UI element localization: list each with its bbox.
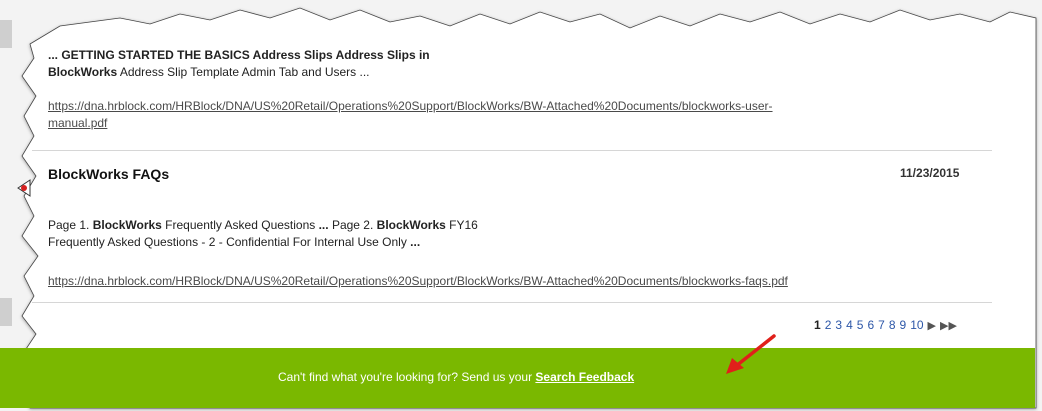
result-2-title[interactable]: BlockWorks FAQs xyxy=(48,166,169,182)
result-1-snippet: ... GETTING STARTED THE BASICS Address S… xyxy=(48,47,430,81)
annotation-arrow-icon xyxy=(726,334,776,374)
snippet-ellipsis: ... xyxy=(410,235,421,249)
page-link[interactable]: 8 xyxy=(889,318,896,332)
page-link[interactable]: 7 xyxy=(878,318,885,332)
snippet-text: FY16 xyxy=(445,218,478,232)
page-link[interactable]: 4 xyxy=(846,318,853,332)
next-page-icon[interactable]: ▶ xyxy=(928,319,936,332)
page-link[interactable]: 6 xyxy=(867,318,874,332)
page-link[interactable]: 9 xyxy=(900,318,907,332)
search-feedback-link[interactable]: Search Feedback xyxy=(535,370,634,384)
snippet-keyword: BlockWorks xyxy=(92,218,162,232)
feedback-message: Can't find what you're looking for? Send… xyxy=(278,370,634,384)
page-link[interactable]: 5 xyxy=(857,318,864,332)
page-link[interactable]: 2 xyxy=(825,318,832,332)
scroll-marker-icon xyxy=(17,179,31,197)
result-divider-2 xyxy=(32,302,992,303)
snippet-text: Page 1. xyxy=(48,218,93,232)
result-1-url-line2[interactable]: manual.pdf xyxy=(48,115,773,132)
snippet-keyword: BlockWorks xyxy=(376,218,446,232)
snippet-text: Frequently Asked Questions - 2 - Confide… xyxy=(48,235,411,249)
snippet-text: Page 2. xyxy=(328,218,377,232)
last-page-icon[interactable]: ▶▶ xyxy=(940,319,957,332)
result-2-date: 11/23/2015 xyxy=(900,166,960,180)
result-2-snippet: Page 1. BlockWorks Frequently Asked Ques… xyxy=(48,217,478,251)
result-1-snippet-line2: Address Slip Template Admin Tab and User… xyxy=(117,65,370,79)
snippet-text: Frequently Asked Questions xyxy=(161,218,319,232)
result-2-url[interactable]: https://dna.hrblock.com/HRBlock/DNA/US%2… xyxy=(48,273,788,290)
page-link[interactable]: 10 xyxy=(910,318,923,332)
result-1-url[interactable]: https://dna.hrblock.com/HRBlock/DNA/US%2… xyxy=(48,98,773,132)
result-1-snippet-line1: ... GETTING STARTED THE BASICS Address S… xyxy=(48,48,430,62)
pagination: 1 2 3 4 5 6 7 8 9 10 ▶ ▶▶ xyxy=(814,318,957,332)
snippet-ellipsis: ... xyxy=(318,218,329,232)
page-current: 1 xyxy=(814,318,821,332)
result-1-url-line1[interactable]: https://dna.hrblock.com/HRBlock/DNA/US%2… xyxy=(48,98,773,115)
result-1-keyword: BlockWorks xyxy=(48,65,118,79)
result-divider-1 xyxy=(32,150,992,151)
feedback-prompt: Can't find what you're looking for? Send… xyxy=(278,370,536,384)
page-link[interactable]: 3 xyxy=(835,318,842,332)
